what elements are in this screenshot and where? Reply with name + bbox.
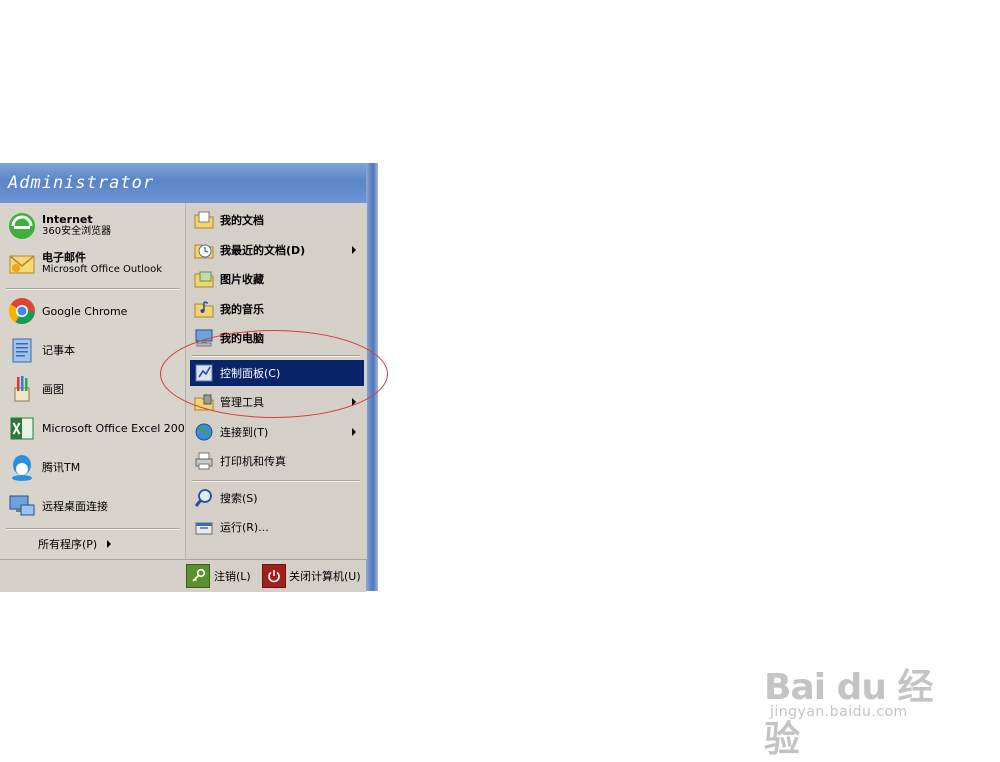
recent-paint[interactable]: 画图 [6,372,182,406]
my-documents-icon [192,208,216,232]
recent-documents-icon [192,238,216,262]
logoff-button[interactable]: 注销(L) [186,564,256,588]
watermark-url: jingyan.baidu.com [770,704,908,720]
recent-tencent-tm-label: 腾讯TM [42,461,81,474]
recent-remote-desktop[interactable]: 远程桌面连接 [6,489,182,523]
all-programs-separator [6,528,180,530]
system-separator [192,480,360,482]
place-recent-documents[interactable]: 我最近的文档(D) [192,237,362,263]
shutdown-label: 关闭计算机(U) [289,570,361,583]
pinned-separator [6,288,180,290]
action-run-label: 运行(R)... [220,521,269,534]
action-run[interactable]: 运行(R)... [192,514,362,540]
system-printers-label: 打印机和传真 [220,455,286,468]
recent-excel-label: Microsoft Office Excel 2007 [42,421,192,435]
annotation-ellipse [160,330,388,418]
all-programs-arrow-icon [107,540,112,548]
pinned-email-subtitle: Microsoft Office Outlook [42,264,162,275]
recent-chrome[interactable]: Google Chrome [6,294,182,328]
recent-chrome-label: Google Chrome [42,304,128,318]
start-menu-header: Administrator [0,163,366,203]
left-column: Internet 360安全浏览器 电子邮件 Microsoft Office … [0,203,192,559]
run-icon [192,515,216,539]
action-search-label: 搜索(S) [220,492,258,505]
my-music-icon [192,297,216,321]
pinned-internet-title: Internet [42,213,93,226]
pinned-internet[interactable]: Internet 360安全浏览器 [6,209,182,243]
notepad-icon [6,334,38,366]
pinned-email[interactable]: 电子邮件 Microsoft Office Outlook [6,247,182,281]
recent-remote-desktop-label: 远程桌面连接 [42,500,108,513]
logoff-key-icon [186,564,210,588]
chrome-icon [6,295,38,327]
pinned-internet-subtitle: 360安全浏览器 [42,226,112,237]
my-pictures-icon [192,267,216,291]
connect-to-icon [192,420,216,444]
outlook-mail-icon [6,248,38,280]
place-my-documents[interactable]: 我的文档 [192,207,362,233]
recent-notepad-label: 记事本 [42,344,75,357]
remote-desktop-icon [6,490,38,522]
recent-documents-arrow-icon [352,246,356,254]
action-search[interactable]: 搜索(S) [192,485,362,511]
shutdown-button[interactable]: 关闭计算机(U) [262,564,366,588]
user-name: Administrator [8,173,155,193]
logoff-label: 注销(L) [214,570,251,583]
all-programs-label: 所有程序(P) [38,538,98,551]
place-my-music-label: 我的音乐 [220,303,264,316]
paint-icon [6,373,38,405]
recent-paint-label: 画图 [42,383,64,396]
recent-notepad[interactable]: 记事本 [6,333,182,367]
tencent-tm-icon [6,451,38,483]
place-my-music[interactable]: 我的音乐 [192,296,362,322]
recent-tencent-tm[interactable]: 腾讯TM [6,450,182,484]
all-programs-button[interactable]: 所有程序(P) [38,534,178,554]
system-connect-to-label: 连接到(T) [220,426,269,439]
system-printers[interactable]: 打印机和传真 [192,448,362,474]
printer-icon [192,449,216,473]
place-my-pictures-label: 图片收藏 [220,273,264,286]
baidu-jingyan-watermark: Bai du 经验 jingyan.baidu.com [764,646,964,760]
pinned-email-title: 电子邮件 [42,251,86,264]
search-icon [192,486,216,510]
place-my-pictures[interactable]: 图片收藏 [192,266,362,292]
start-menu-footer: 注销(L) 关闭计算机(U) [0,559,366,592]
recent-excel[interactable]: Microsoft Office Excel 2007 [6,411,192,445]
excel-icon [6,412,38,444]
place-my-documents-label: 我的文档 [220,214,264,227]
connect-to-arrow-icon [352,428,356,436]
system-connect-to[interactable]: 连接到(T) [192,419,362,445]
place-recent-documents-label: 我最近的文档(D) [220,244,306,257]
power-icon [262,564,286,588]
browser-360-icon [6,210,38,242]
